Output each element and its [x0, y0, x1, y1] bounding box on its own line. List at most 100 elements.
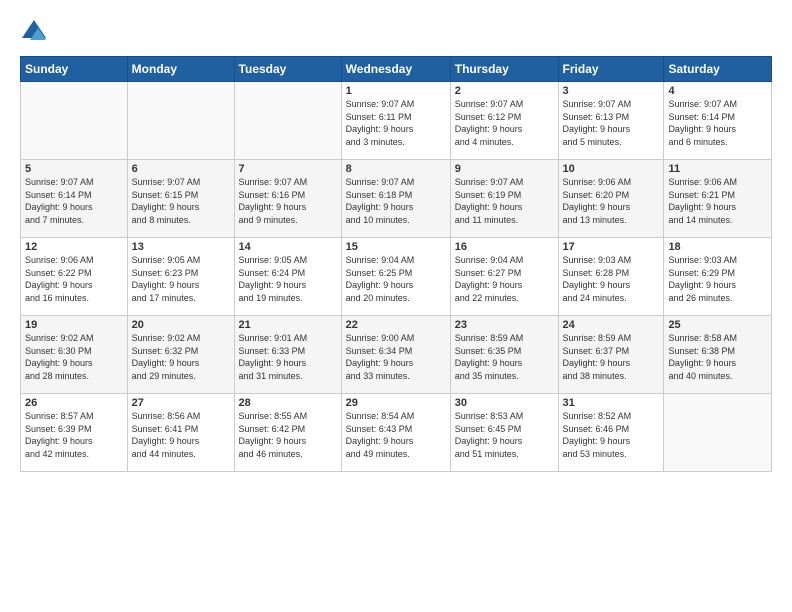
day-info: Sunrise: 8:59 AM Sunset: 6:35 PM Dayligh…	[455, 332, 554, 382]
day-info: Sunrise: 8:58 AM Sunset: 6:38 PM Dayligh…	[668, 332, 767, 382]
day-number: 19	[25, 319, 123, 331]
logo-icon	[20, 18, 48, 46]
weekday-thursday: Thursday	[450, 57, 558, 82]
day-number: 9	[455, 163, 554, 175]
calendar-cell: 27Sunrise: 8:56 AM Sunset: 6:41 PM Dayli…	[127, 394, 234, 472]
day-info: Sunrise: 9:04 AM Sunset: 6:27 PM Dayligh…	[455, 254, 554, 304]
day-number: 23	[455, 319, 554, 331]
day-number: 11	[668, 163, 767, 175]
header	[20, 18, 772, 46]
calendar-cell: 1Sunrise: 9:07 AM Sunset: 6:11 PM Daylig…	[341, 82, 450, 160]
day-info: Sunrise: 9:07 AM Sunset: 6:18 PM Dayligh…	[346, 176, 446, 226]
calendar-cell: 6Sunrise: 9:07 AM Sunset: 6:15 PM Daylig…	[127, 160, 234, 238]
day-info: Sunrise: 9:00 AM Sunset: 6:34 PM Dayligh…	[346, 332, 446, 382]
day-info: Sunrise: 9:06 AM Sunset: 6:21 PM Dayligh…	[668, 176, 767, 226]
day-number: 10	[563, 163, 660, 175]
calendar-week-2: 12Sunrise: 9:06 AM Sunset: 6:22 PM Dayli…	[21, 238, 772, 316]
day-info: Sunrise: 9:04 AM Sunset: 6:25 PM Dayligh…	[346, 254, 446, 304]
day-info: Sunrise: 9:07 AM Sunset: 6:15 PM Dayligh…	[132, 176, 230, 226]
day-number: 31	[563, 397, 660, 409]
calendar-cell: 10Sunrise: 9:06 AM Sunset: 6:20 PM Dayli…	[558, 160, 664, 238]
calendar-cell	[664, 394, 772, 472]
day-info: Sunrise: 9:07 AM Sunset: 6:11 PM Dayligh…	[346, 98, 446, 148]
day-info: Sunrise: 9:07 AM Sunset: 6:12 PM Dayligh…	[455, 98, 554, 148]
calendar-cell: 30Sunrise: 8:53 AM Sunset: 6:45 PM Dayli…	[450, 394, 558, 472]
weekday-tuesday: Tuesday	[234, 57, 341, 82]
day-number: 16	[455, 241, 554, 253]
day-number: 17	[563, 241, 660, 253]
day-number: 30	[455, 397, 554, 409]
day-number: 2	[455, 85, 554, 97]
calendar-cell: 9Sunrise: 9:07 AM Sunset: 6:19 PM Daylig…	[450, 160, 558, 238]
calendar-cell: 13Sunrise: 9:05 AM Sunset: 6:23 PM Dayli…	[127, 238, 234, 316]
calendar-cell: 5Sunrise: 9:07 AM Sunset: 6:14 PM Daylig…	[21, 160, 128, 238]
day-info: Sunrise: 9:07 AM Sunset: 6:13 PM Dayligh…	[563, 98, 660, 148]
day-number: 6	[132, 163, 230, 175]
day-number: 20	[132, 319, 230, 331]
day-number: 15	[346, 241, 446, 253]
day-number: 13	[132, 241, 230, 253]
day-info: Sunrise: 8:59 AM Sunset: 6:37 PM Dayligh…	[563, 332, 660, 382]
day-info: Sunrise: 9:05 AM Sunset: 6:23 PM Dayligh…	[132, 254, 230, 304]
logo	[20, 18, 52, 46]
calendar-cell: 17Sunrise: 9:03 AM Sunset: 6:28 PM Dayli…	[558, 238, 664, 316]
calendar-cell: 26Sunrise: 8:57 AM Sunset: 6:39 PM Dayli…	[21, 394, 128, 472]
day-number: 12	[25, 241, 123, 253]
day-info: Sunrise: 9:06 AM Sunset: 6:22 PM Dayligh…	[25, 254, 123, 304]
day-number: 4	[668, 85, 767, 97]
day-number: 29	[346, 397, 446, 409]
day-number: 27	[132, 397, 230, 409]
day-number: 26	[25, 397, 123, 409]
calendar-cell	[127, 82, 234, 160]
calendar-cell: 24Sunrise: 8:59 AM Sunset: 6:37 PM Dayli…	[558, 316, 664, 394]
day-info: Sunrise: 9:07 AM Sunset: 6:14 PM Dayligh…	[668, 98, 767, 148]
calendar-cell: 12Sunrise: 9:06 AM Sunset: 6:22 PM Dayli…	[21, 238, 128, 316]
calendar-cell: 3Sunrise: 9:07 AM Sunset: 6:13 PM Daylig…	[558, 82, 664, 160]
calendar-week-4: 26Sunrise: 8:57 AM Sunset: 6:39 PM Dayli…	[21, 394, 772, 472]
day-number: 25	[668, 319, 767, 331]
calendar-week-1: 5Sunrise: 9:07 AM Sunset: 6:14 PM Daylig…	[21, 160, 772, 238]
calendar-cell: 4Sunrise: 9:07 AM Sunset: 6:14 PM Daylig…	[664, 82, 772, 160]
day-info: Sunrise: 9:03 AM Sunset: 6:29 PM Dayligh…	[668, 254, 767, 304]
day-number: 18	[668, 241, 767, 253]
weekday-header-row: SundayMondayTuesdayWednesdayThursdayFrid…	[21, 57, 772, 82]
calendar-cell: 20Sunrise: 9:02 AM Sunset: 6:32 PM Dayli…	[127, 316, 234, 394]
calendar-cell: 31Sunrise: 8:52 AM Sunset: 6:46 PM Dayli…	[558, 394, 664, 472]
weekday-wednesday: Wednesday	[341, 57, 450, 82]
weekday-friday: Friday	[558, 57, 664, 82]
calendar-week-3: 19Sunrise: 9:02 AM Sunset: 6:30 PM Dayli…	[21, 316, 772, 394]
calendar-cell: 23Sunrise: 8:59 AM Sunset: 6:35 PM Dayli…	[450, 316, 558, 394]
calendar-cell: 7Sunrise: 9:07 AM Sunset: 6:16 PM Daylig…	[234, 160, 341, 238]
calendar-cell: 2Sunrise: 9:07 AM Sunset: 6:12 PM Daylig…	[450, 82, 558, 160]
day-number: 3	[563, 85, 660, 97]
weekday-sunday: Sunday	[21, 57, 128, 82]
day-info: Sunrise: 8:53 AM Sunset: 6:45 PM Dayligh…	[455, 410, 554, 460]
day-info: Sunrise: 8:52 AM Sunset: 6:46 PM Dayligh…	[563, 410, 660, 460]
calendar-cell	[21, 82, 128, 160]
day-info: Sunrise: 9:05 AM Sunset: 6:24 PM Dayligh…	[239, 254, 337, 304]
day-info: Sunrise: 9:02 AM Sunset: 6:32 PM Dayligh…	[132, 332, 230, 382]
calendar-cell: 15Sunrise: 9:04 AM Sunset: 6:25 PM Dayli…	[341, 238, 450, 316]
day-number: 14	[239, 241, 337, 253]
day-info: Sunrise: 8:54 AM Sunset: 6:43 PM Dayligh…	[346, 410, 446, 460]
calendar-week-0: 1Sunrise: 9:07 AM Sunset: 6:11 PM Daylig…	[21, 82, 772, 160]
day-number: 1	[346, 85, 446, 97]
calendar-cell: 19Sunrise: 9:02 AM Sunset: 6:30 PM Dayli…	[21, 316, 128, 394]
calendar-cell: 14Sunrise: 9:05 AM Sunset: 6:24 PM Dayli…	[234, 238, 341, 316]
calendar-cell: 11Sunrise: 9:06 AM Sunset: 6:21 PM Dayli…	[664, 160, 772, 238]
day-info: Sunrise: 8:57 AM Sunset: 6:39 PM Dayligh…	[25, 410, 123, 460]
calendar-cell: 8Sunrise: 9:07 AM Sunset: 6:18 PM Daylig…	[341, 160, 450, 238]
day-number: 8	[346, 163, 446, 175]
day-info: Sunrise: 9:06 AM Sunset: 6:20 PM Dayligh…	[563, 176, 660, 226]
weekday-monday: Monday	[127, 57, 234, 82]
day-info: Sunrise: 9:07 AM Sunset: 6:16 PM Dayligh…	[239, 176, 337, 226]
day-info: Sunrise: 9:01 AM Sunset: 6:33 PM Dayligh…	[239, 332, 337, 382]
day-number: 22	[346, 319, 446, 331]
calendar-cell: 22Sunrise: 9:00 AM Sunset: 6:34 PM Dayli…	[341, 316, 450, 394]
day-number: 28	[239, 397, 337, 409]
calendar-cell: 28Sunrise: 8:55 AM Sunset: 6:42 PM Dayli…	[234, 394, 341, 472]
day-number: 21	[239, 319, 337, 331]
calendar-cell: 29Sunrise: 8:54 AM Sunset: 6:43 PM Dayli…	[341, 394, 450, 472]
day-number: 7	[239, 163, 337, 175]
calendar-cell	[234, 82, 341, 160]
